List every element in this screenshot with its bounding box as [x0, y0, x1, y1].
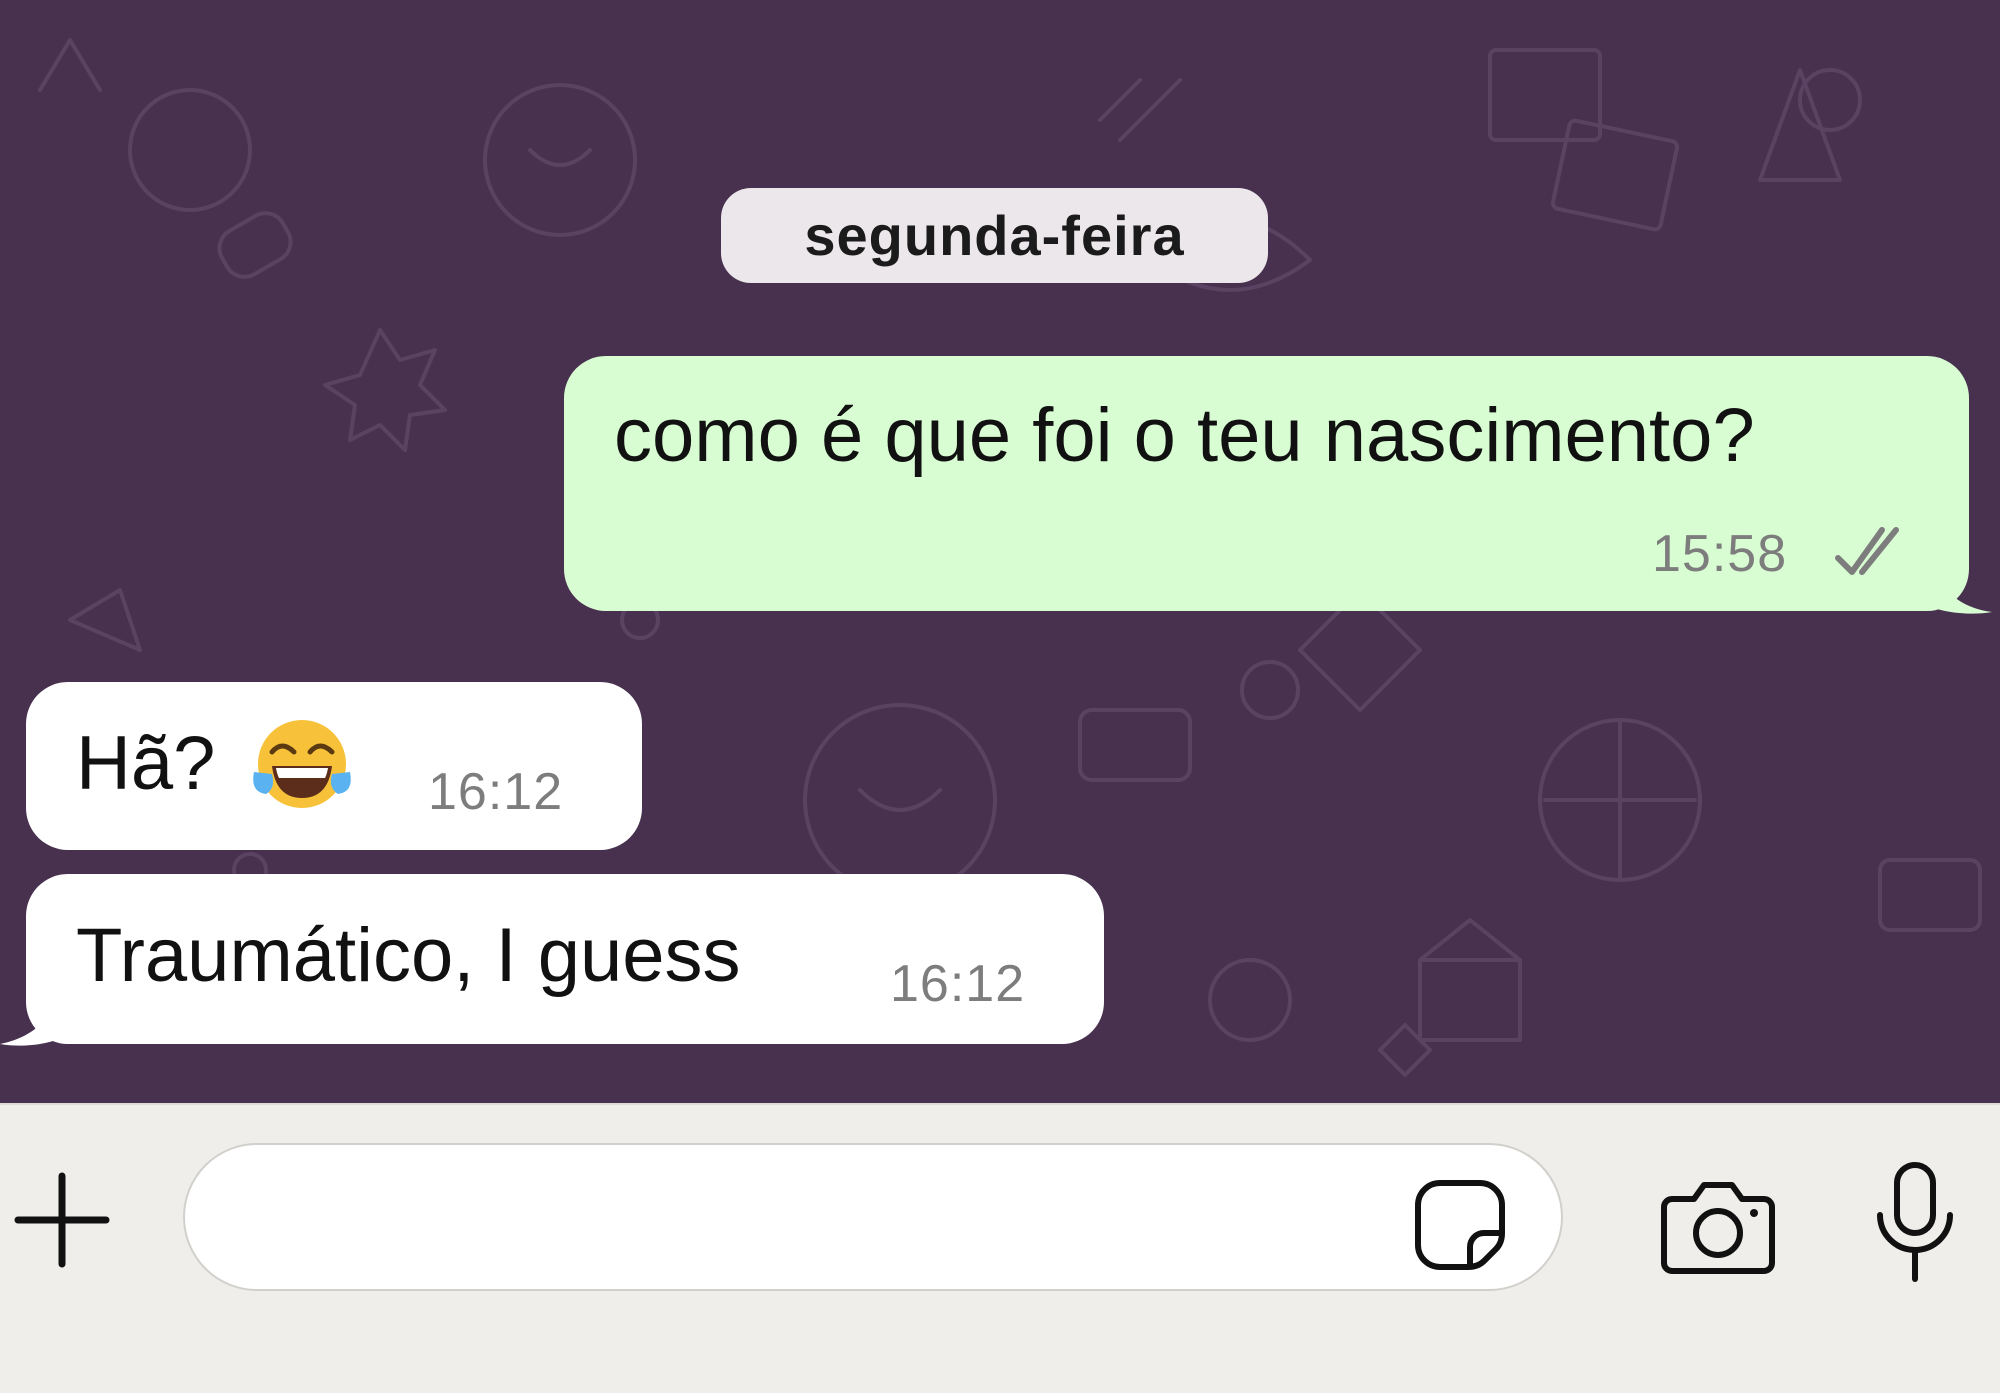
composer-divider: [0, 1103, 2000, 1105]
message-composer: [0, 1103, 2000, 1393]
chat-area[interactable]: segunda-feira como é que foi o teu nasci…: [0, 0, 2000, 1103]
message-time: 15:58: [1652, 525, 1788, 583]
message-text: como é que foi o teu nascimento?: [614, 393, 1755, 478]
message-text: Hã?: [76, 721, 216, 806]
outgoing-bubble-tail: [1930, 560, 1992, 614]
double-check-icon: [1835, 527, 1899, 575]
incoming-message-bubble[interactable]: Traumático, I guess 16:12: [26, 874, 1104, 1044]
camera-icon[interactable]: [1658, 1171, 1778, 1279]
microphone-icon[interactable]: [1870, 1159, 1960, 1285]
message-time: 16:12: [890, 955, 1026, 1013]
plus-icon[interactable]: [10, 1168, 114, 1272]
incoming-bubble-tail: [0, 992, 60, 1046]
outgoing-message-bubble[interactable]: como é que foi o teu nascimento? 15:58: [564, 356, 1969, 611]
laughing-emoji: [253, 720, 351, 808]
message-text: Traumático, I guess: [76, 913, 741, 998]
incoming-message-bubble[interactable]: Hã? 16:12: [26, 682, 642, 850]
sticker-icon[interactable]: [1410, 1175, 1510, 1275]
date-separator: segunda-feira: [721, 188, 1268, 283]
message-input[interactable]: [183, 1143, 1563, 1291]
message-time: 16:12: [428, 763, 564, 821]
